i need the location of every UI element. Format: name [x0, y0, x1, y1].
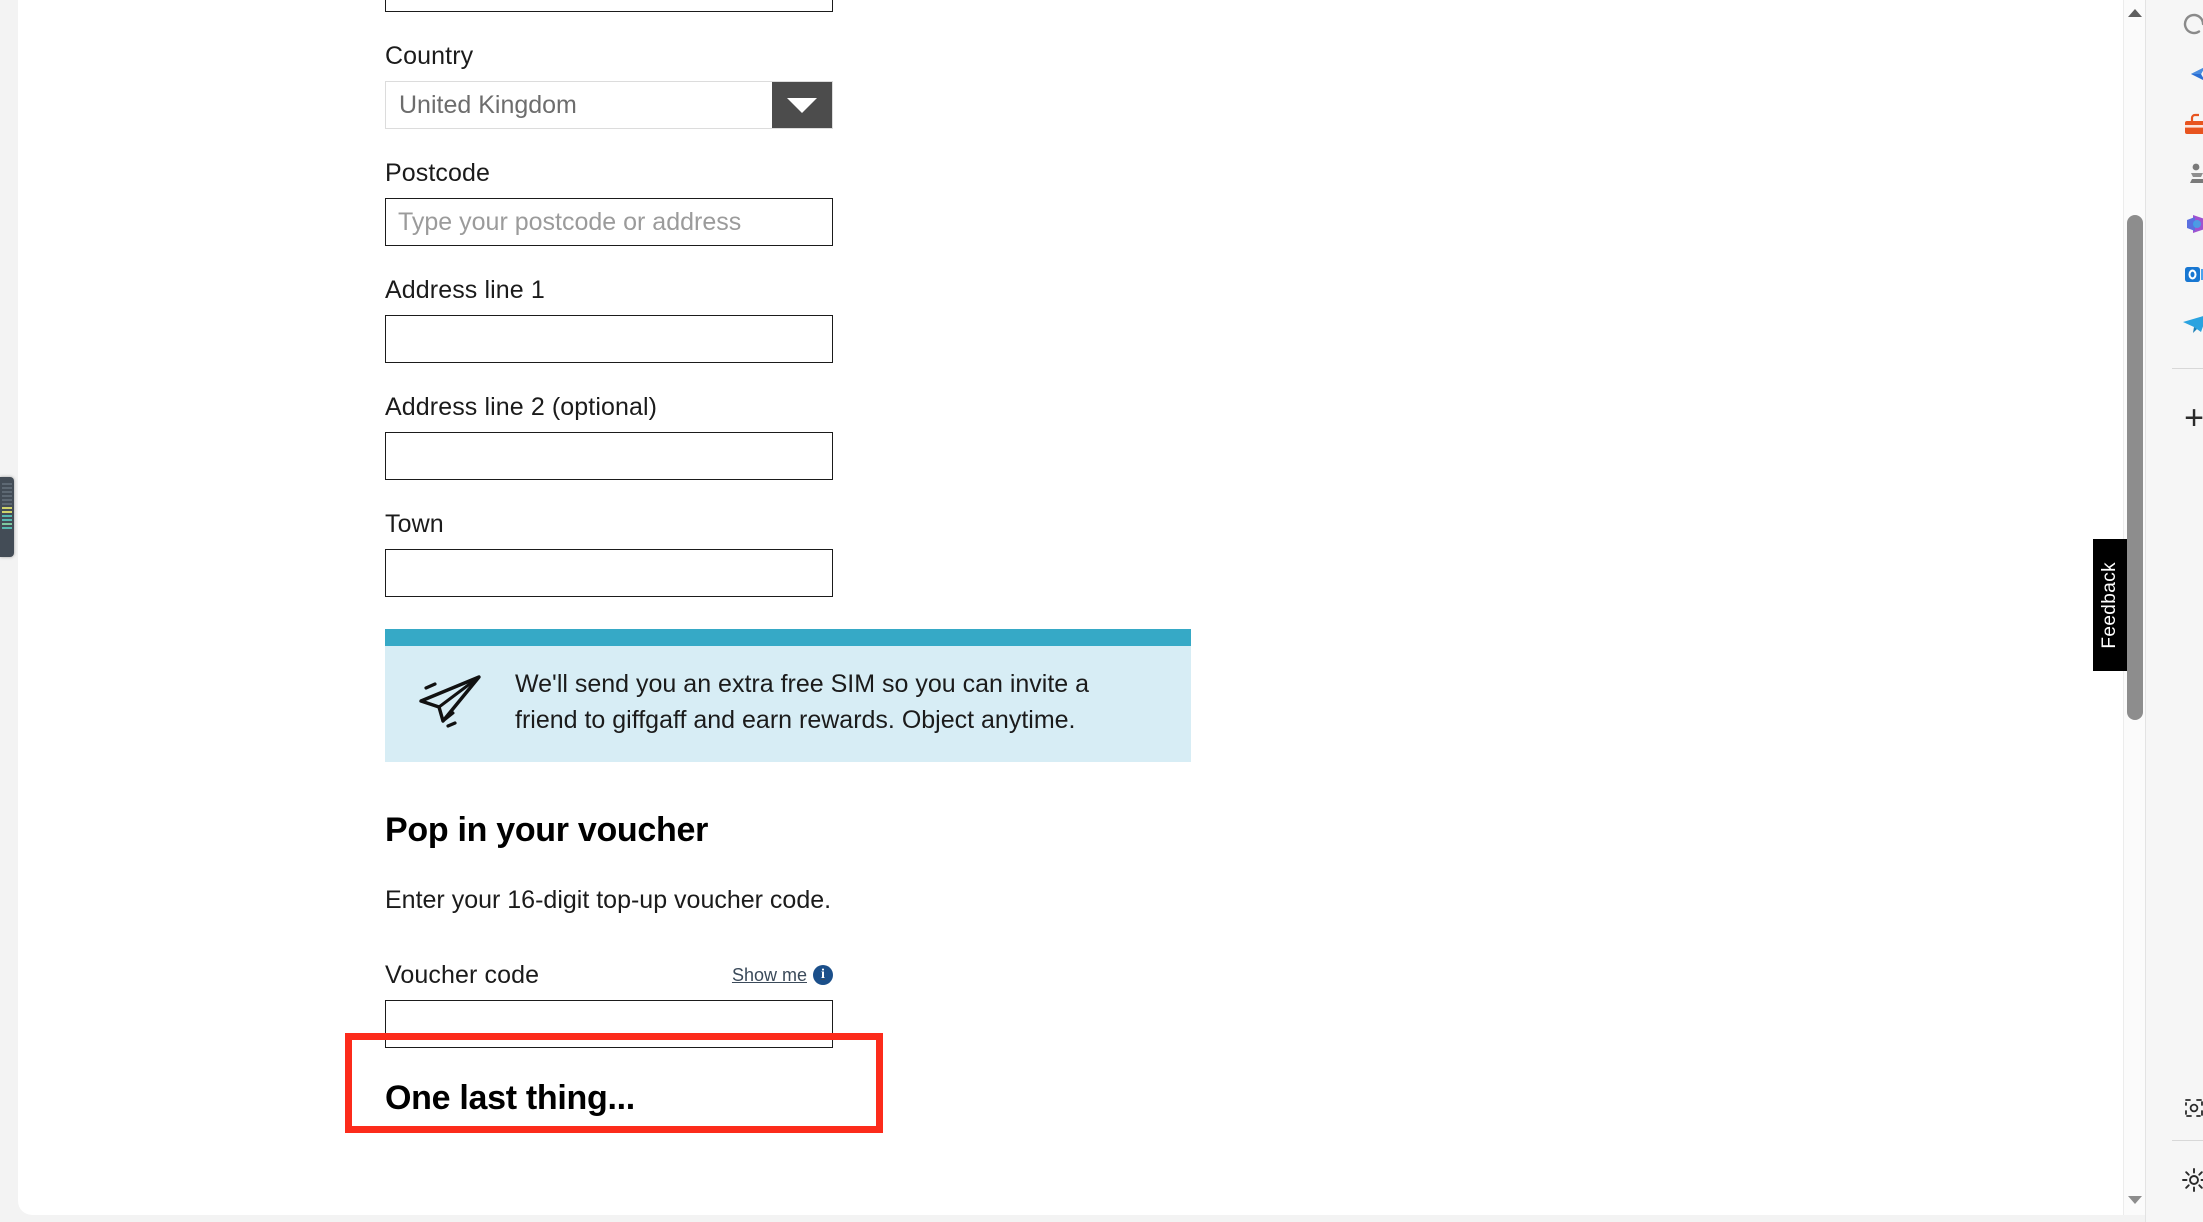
field-country: Country United Kingdom [385, 40, 1385, 129]
sidebar-app-telegram[interactable] [2172, 302, 2203, 346]
widget-bar [2, 499, 12, 501]
customize-sidebar-icon [2185, 1099, 2203, 1117]
widget-bars [2, 483, 12, 531]
banner-accent-bar [385, 629, 1191, 646]
banner-text: We'll send you an extra free SIM so you … [515, 670, 1090, 734]
sidebar-app-drop[interactable] [2172, 52, 2203, 96]
checkout-form: Country United Kingdom Postcode Address … [385, 0, 1385, 1118]
widget-bar [2, 527, 12, 529]
postcode-input[interactable] [385, 198, 833, 246]
feedback-tab[interactable]: Feedback [2093, 539, 2127, 671]
widget-bar [2, 511, 12, 513]
copilot-icon [2183, 13, 2203, 35]
add-sidebar-app-button[interactable]: + [2172, 396, 2203, 440]
browser-page-viewport: Country United Kingdom Postcode Address … [18, 0, 2145, 1215]
field-label-postcode: Postcode [385, 159, 491, 187]
country-select-toggle[interactable] [772, 82, 832, 128]
games-icon [2190, 163, 2203, 183]
voucher-heading: Pop in your voucher [385, 811, 709, 849]
scrollbar-thumb[interactable] [2127, 215, 2143, 720]
customize-sidebar-button[interactable] [2172, 1086, 2203, 1130]
free-sim-banner: We'll send you an extra free SIM so you … [385, 629, 1191, 762]
sidebar-divider [2172, 368, 2203, 369]
widget-bar [2, 523, 12, 525]
field-town: Town [385, 508, 1385, 597]
telegram-icon [2183, 316, 2203, 333]
field-label-address-line-1: Address line 1 [385, 276, 545, 304]
voucher-subtext: Enter your 16-digit top-up voucher code. [385, 886, 832, 914]
sidebar-app-copilot[interactable] [2172, 2, 2203, 46]
widget-bar [2, 519, 12, 521]
town-input[interactable] [385, 549, 833, 597]
show-me-label: Show me [731, 964, 807, 985]
paper-plane-icon [419, 675, 481, 728]
scroll-up-arrow[interactable] [2124, 2, 2145, 24]
info-icon[interactable]: i [813, 965, 833, 985]
widget-bar [2, 503, 12, 505]
widget-bar [2, 483, 12, 485]
outlook-icon [2185, 267, 2203, 282]
country-select[interactable]: United Kingdom [385, 81, 833, 129]
office-icon [2187, 215, 2203, 233]
chevron-down-icon [787, 97, 817, 113]
last-section-heading: One last thing... [385, 1079, 635, 1117]
sidebar-app-tools[interactable] [2172, 102, 2203, 146]
widget-bar [2, 487, 12, 489]
voucher-code-input[interactable] [385, 1000, 833, 1048]
address-line-2-input[interactable] [385, 432, 833, 480]
sidebar-divider-bottom [2172, 1140, 2203, 1141]
browser-sidebar: + [2145, 0, 2203, 1222]
country-select-value: United Kingdom [399, 90, 577, 119]
sidebar-app-outlook[interactable] [2172, 252, 2203, 296]
banner-body: We'll send you an extra free SIM so you … [385, 646, 1191, 762]
triangle-up-icon [2128, 9, 2142, 17]
tools-icon [2185, 113, 2203, 134]
screen: Country United Kingdom Postcode Address … [0, 0, 2203, 1222]
sidebar-app-office[interactable] [2172, 202, 2203, 246]
field-label-town: Town [385, 510, 444, 538]
scroll-down-arrow[interactable] [2124, 1189, 2145, 1211]
gear-icon [2182, 1168, 2203, 1192]
widget-bar [2, 507, 12, 509]
field-address-line-2: Address line 2 (optional) [385, 391, 1385, 480]
left-edge-widget-handle[interactable] [0, 477, 14, 557]
field-input-top-cut[interactable] [385, 0, 833, 12]
field-address-line-1: Address line 1 [385, 274, 1385, 363]
widget-bar [2, 495, 12, 497]
sidebar-app-games[interactable] [2172, 152, 2203, 196]
widget-bar [2, 491, 12, 493]
voucher-label-row: Voucher code Show me i [385, 959, 833, 991]
field-label-country: Country [385, 42, 474, 70]
address-line-1-input[interactable] [385, 315, 833, 363]
field-label-voucher-code: Voucher code [385, 961, 540, 989]
feedback-tab-label: Feedback [2099, 561, 2120, 649]
field-postcode: Postcode [385, 157, 1385, 246]
sidebar-settings-button[interactable] [2172, 1158, 2203, 1202]
edge-drop-icon [2191, 68, 2203, 80]
widget-bar [2, 515, 12, 517]
show-me-link[interactable]: Show me i [732, 965, 833, 986]
field-label-address-line-2: Address line 2 (optional) [385, 393, 658, 421]
triangle-down-icon [2128, 1196, 2142, 1204]
